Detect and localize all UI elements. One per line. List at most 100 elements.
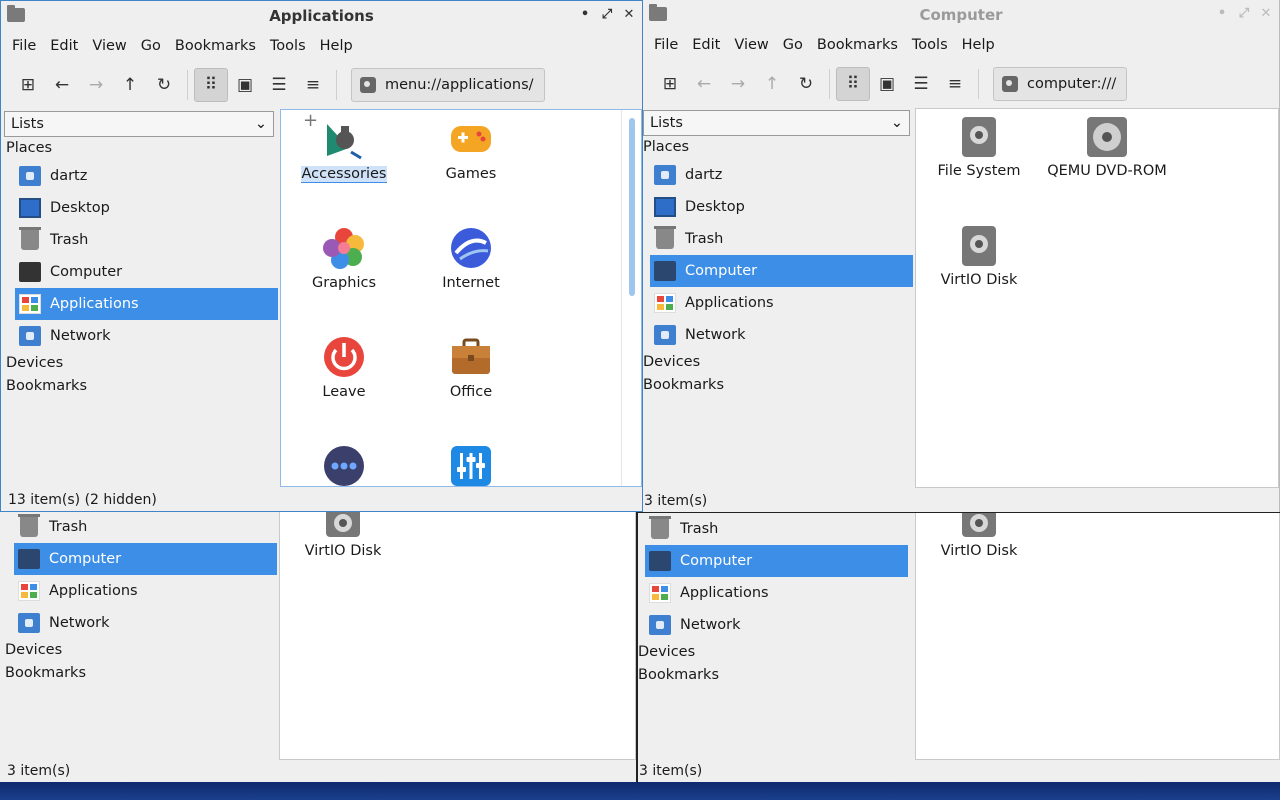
compact-view-icon[interactable]: ☰ — [262, 68, 296, 102]
devices-header[interactable]: Devices — [638, 641, 916, 664]
location-icon — [1002, 76, 1018, 92]
drive-item-dvd[interactable]: QEMU DVD-ROM — [1042, 117, 1172, 179]
back-icon[interactable]: ← — [45, 68, 79, 102]
menu-view[interactable]: View — [85, 38, 133, 54]
bookmarks-header[interactable]: Bookmarks — [638, 664, 916, 687]
sidebar-item-network[interactable]: Network — [14, 607, 277, 639]
menu-go[interactable]: Go — [776, 37, 810, 53]
app-item-internet[interactable]: Internet — [416, 227, 526, 291]
maximize-icon[interactable]: ⤢ — [1237, 6, 1251, 21]
app-item-settings[interactable] — [416, 445, 526, 493]
detailed-list-icon[interactable]: ≡ — [938, 67, 972, 101]
sidebar-item-applications[interactable]: Applications — [15, 288, 278, 320]
detailed-list-icon[interactable]: ≡ — [296, 68, 330, 102]
sidebar-item-applications[interactable]: Applications — [645, 577, 908, 609]
reload-icon[interactable]: ↻ — [147, 68, 181, 102]
drive-item-virtio-disk[interactable]: VirtIO Disk — [924, 226, 1034, 288]
icon-view-icon[interactable]: ⠿ — [194, 68, 228, 102]
bookmarks-header[interactable]: Bookmarks — [1, 375, 279, 398]
app-item-graphics[interactable]: Graphics — [289, 227, 399, 291]
location-button[interactable]: menu://applications/ — [351, 68, 545, 102]
location-button[interactable]: computer:/// — [993, 67, 1128, 101]
up-icon[interactable]: ↑ — [755, 67, 789, 101]
close-icon[interactable]: ✕ — [1259, 6, 1273, 21]
side-pane-mode-select[interactable]: Lists ⌄ — [4, 111, 274, 137]
drive-item-file-system[interactable]: File System — [924, 117, 1034, 179]
app-item-label: Games — [445, 166, 497, 182]
devices-header[interactable]: Devices — [0, 639, 278, 662]
taskbar[interactable] — [0, 782, 1280, 800]
location-text: computer:/// — [1027, 76, 1117, 92]
new-tab-icon[interactable]: ⊞ — [653, 67, 687, 101]
bookmarks-header[interactable]: Bookmarks — [643, 374, 915, 397]
forward-icon[interactable]: → — [721, 67, 755, 101]
new-tab-icon[interactable]: ⊞ — [11, 68, 45, 102]
menu-edit[interactable]: Edit — [685, 37, 727, 53]
back-icon[interactable]: ← — [687, 67, 721, 101]
forward-icon[interactable]: → — [79, 68, 113, 102]
app-item-office[interactable]: Office — [416, 336, 526, 400]
places-header[interactable]: Places — [1, 137, 279, 160]
file-view[interactable]: + Accessories Games Graphics Internet Le… — [280, 109, 642, 487]
menu-edit[interactable]: Edit — [43, 38, 85, 54]
menu-view[interactable]: View — [727, 37, 775, 53]
sidebar-item-trash[interactable]: Trash — [650, 223, 913, 255]
up-icon[interactable]: ↑ — [113, 68, 147, 102]
file-view[interactable]: File System QEMU DVD-ROM VirtIO Disk — [915, 108, 1279, 488]
close-icon[interactable]: ✕ — [622, 7, 636, 22]
file-view[interactable]: VirtIO Disk — [915, 513, 1280, 760]
minimize-icon[interactable]: • — [578, 7, 592, 22]
places-header[interactable]: Places — [643, 136, 915, 159]
sidebar-item-network[interactable]: Network — [15, 320, 278, 352]
sidebar-item-dartz[interactable]: dartz — [650, 159, 913, 191]
app-item-leave[interactable]: Leave — [289, 336, 399, 400]
menu-bookmarks[interactable]: Bookmarks — [168, 38, 263, 54]
compact-view-icon[interactable]: ☰ — [904, 67, 938, 101]
file-view[interactable]: VirtIO Disk — [279, 511, 636, 760]
sidebar-item-trash[interactable]: Trash — [14, 511, 277, 543]
app-item-accessories[interactable]: Accessories — [289, 118, 399, 183]
devices-header[interactable]: Devices — [643, 351, 915, 374]
sidebar-item-network[interactable]: Network — [650, 319, 913, 351]
sidebar-item-network[interactable]: Network — [645, 609, 908, 641]
sidebar-item-trash[interactable]: Trash — [645, 513, 908, 545]
menu-tools[interactable]: Tools — [263, 38, 313, 54]
menu-tools[interactable]: Tools — [905, 37, 955, 53]
menu-bookmarks[interactable]: Bookmarks — [810, 37, 905, 53]
menu-help[interactable]: Help — [313, 38, 360, 54]
sidebar-item-desktop[interactable]: Desktop — [650, 191, 913, 223]
app-item-games[interactable]: Games — [416, 118, 526, 182]
path-bar-area[interactable] — [1129, 67, 1279, 101]
sidebar-item-label: Network — [50, 328, 111, 344]
maximize-icon[interactable]: ⤢ — [600, 7, 614, 22]
title-bar[interactable]: Computer • ⤢ ✕ — [643, 0, 1279, 30]
sidebar-item-label: Applications — [685, 295, 774, 311]
sidebar-item-computer[interactable]: Computer — [650, 255, 913, 287]
sidebar-item-applications[interactable]: Applications — [14, 575, 277, 607]
sidebar-item-applications[interactable]: Applications — [650, 287, 913, 319]
icon-view-icon[interactable]: ⠿ — [836, 67, 870, 101]
thumbnail-view-icon[interactable]: ▣ — [228, 68, 262, 102]
side-pane-mode-select[interactable]: Lists ⌄ — [643, 110, 910, 136]
sidebar-item-computer[interactable]: Computer — [645, 545, 908, 577]
minimize-icon[interactable]: • — [1215, 6, 1229, 21]
drive-item-virtio-disk[interactable]: VirtIO Disk — [924, 513, 1034, 559]
menu-go[interactable]: Go — [134, 38, 168, 54]
sidebar-item-desktop[interactable]: Desktop — [15, 192, 278, 224]
app-item-other[interactable] — [289, 445, 399, 493]
vertical-scrollbar[interactable] — [629, 118, 635, 296]
menu-help[interactable]: Help — [955, 37, 1002, 53]
drive-item-virtio-disk[interactable]: VirtIO Disk — [288, 511, 398, 559]
sidebar-item-dartz[interactable]: dartz — [15, 160, 278, 192]
bookmarks-header[interactable]: Bookmarks — [0, 662, 278, 685]
reload-icon[interactable]: ↻ — [789, 67, 823, 101]
devices-header[interactable]: Devices — [1, 352, 279, 375]
menu-file[interactable]: File — [5, 38, 43, 54]
path-bar-area[interactable] — [546, 68, 642, 102]
sidebar-item-computer[interactable]: Computer — [14, 543, 277, 575]
menu-file[interactable]: File — [647, 37, 685, 53]
sidebar-item-computer[interactable]: Computer — [15, 256, 278, 288]
thumbnail-view-icon[interactable]: ▣ — [870, 67, 904, 101]
title-bar[interactable]: Applications • ⤢ ✕ — [1, 1, 642, 31]
sidebar-item-trash[interactable]: Trash — [15, 224, 278, 256]
